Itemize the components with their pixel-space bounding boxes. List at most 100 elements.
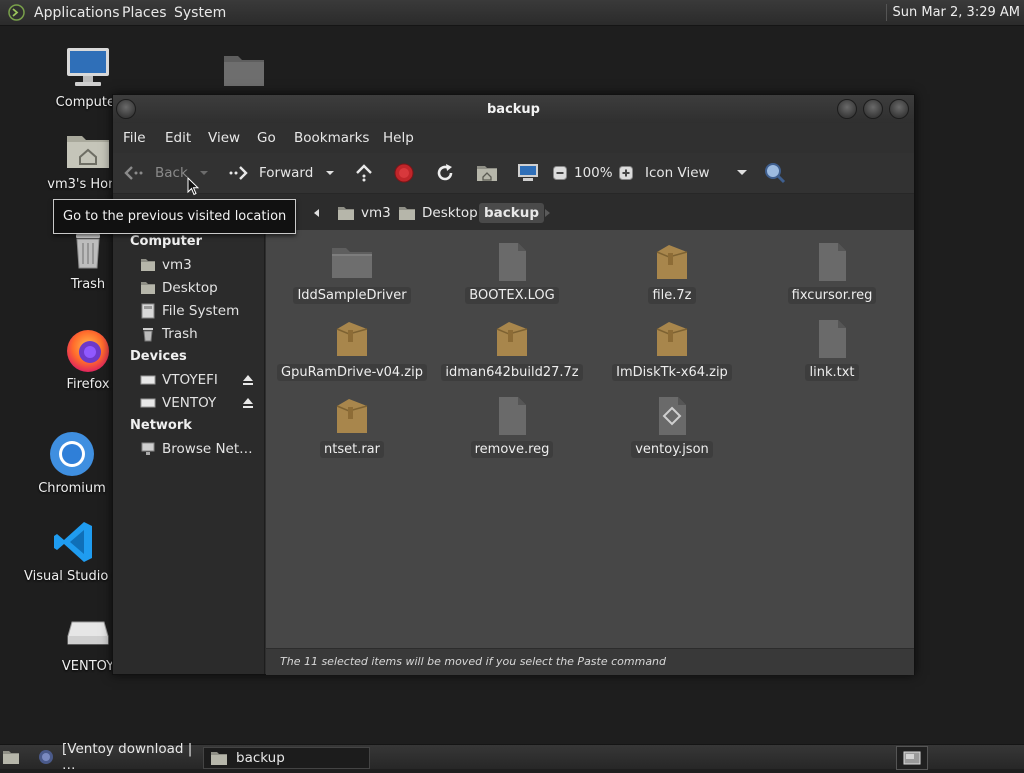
desktop-icon-chromium[interactable]: Chromium xyxy=(22,430,122,496)
path-scroll-right-button[interactable] xyxy=(539,203,557,223)
document-icon xyxy=(490,240,534,284)
file-name: ntset.rar xyxy=(320,441,384,458)
zoom-out-icon xyxy=(553,166,567,180)
mouse-pointer-icon xyxy=(187,177,199,196)
breadcrumb-backup[interactable]: backup xyxy=(479,203,545,223)
view-mode-select[interactable]: Icon View xyxy=(645,160,710,186)
taskbar-item-backup[interactable]: backup xyxy=(203,747,370,769)
places-menu[interactable]: Places xyxy=(122,5,167,21)
sidebar-heading-devices: Devices xyxy=(130,349,187,364)
breadcrumb-vm3[interactable]: vm3 xyxy=(332,203,396,223)
workspace-icon xyxy=(903,751,921,765)
zoom-in-icon xyxy=(619,166,633,180)
reload-icon xyxy=(435,163,455,183)
file-item[interactable]: link.txt xyxy=(757,317,907,381)
search-button[interactable] xyxy=(764,160,786,186)
file-name: IddSampleDriver xyxy=(293,287,411,304)
menu-view[interactable]: View xyxy=(208,130,240,146)
applications-menu[interactable]: Applications xyxy=(34,5,120,21)
close-button[interactable] xyxy=(889,99,909,119)
drive-icon xyxy=(140,395,156,411)
folder-icon xyxy=(210,750,228,766)
computer-button[interactable] xyxy=(517,160,539,186)
network-icon xyxy=(140,441,156,457)
stop-button[interactable] xyxy=(394,160,414,186)
file-name: idman642build27.7z xyxy=(441,364,583,381)
eject-icon[interactable] xyxy=(241,373,255,387)
menubar: File Edit View Go Bookmarks Help xyxy=(113,123,914,153)
view-mode-dropdown[interactable] xyxy=(736,160,748,186)
zoom-out-button[interactable] xyxy=(553,160,567,186)
mate-logo-icon[interactable] xyxy=(8,4,25,21)
sidebar-item-ventoy[interactable]: VENTOY xyxy=(140,393,255,413)
maximize-button[interactable] xyxy=(863,99,883,119)
home-folder-icon xyxy=(140,257,156,273)
sidebar-item-file-system[interactable]: File System xyxy=(140,301,255,321)
file-name: ImDiskTk-x64.zip xyxy=(612,364,732,381)
sidebar-heading-network: Network xyxy=(130,418,192,433)
sidebar-item-trash[interactable]: Trash xyxy=(140,324,255,344)
desktop-folder-icon[interactable] xyxy=(222,50,266,90)
file-item[interactable]: ImDiskTk-x64.zip xyxy=(597,317,747,381)
file-name: link.txt xyxy=(805,364,859,381)
json-file-icon xyxy=(650,394,694,438)
breadcrumb-desktop[interactable]: Desktop xyxy=(393,203,483,223)
drive-icon xyxy=(140,372,156,388)
archive-icon xyxy=(650,317,694,361)
trash-icon xyxy=(140,326,156,342)
menu-go[interactable]: Go xyxy=(257,130,276,146)
file-name: file.7z xyxy=(648,287,696,304)
zoom-level[interactable]: 100% xyxy=(574,160,613,186)
file-item[interactable]: file.7z xyxy=(597,240,747,304)
menu-edit[interactable]: Edit xyxy=(165,130,191,146)
file-item[interactable]: ventoy.json xyxy=(597,394,747,458)
path-scroll-left-button[interactable] xyxy=(307,203,325,223)
bottom-panel: [Ventoy download | … backup xyxy=(0,741,1024,773)
archive-icon xyxy=(490,317,534,361)
sidebar-item-desktop[interactable]: Desktop xyxy=(140,278,255,298)
taskbar-item-browser[interactable]: [Ventoy download | … xyxy=(32,741,204,773)
sidebar-item-browse-network[interactable]: Browse Net… xyxy=(140,439,255,459)
file-item[interactable]: ntset.rar xyxy=(277,394,427,458)
drive-icon xyxy=(140,303,156,319)
file-item[interactable]: GpuRamDrive-v04.zip xyxy=(277,317,427,381)
document-icon xyxy=(810,240,854,284)
home-button[interactable] xyxy=(476,160,498,186)
file-item[interactable]: fixcursor.reg xyxy=(757,240,907,304)
zoom-in-button[interactable] xyxy=(619,160,633,186)
forward-history-dropdown[interactable] xyxy=(325,160,335,186)
places-sidebar: Computer vm3 Desktop File System Trash D… xyxy=(113,230,265,674)
file-item[interactable]: IddSampleDriver xyxy=(277,240,427,304)
sidebar-item-vm3[interactable]: vm3 xyxy=(140,255,255,275)
menu-help[interactable]: Help xyxy=(383,130,414,146)
desktop-icon-vscode[interactable]: Visual Studio Code xyxy=(24,518,146,584)
up-button[interactable] xyxy=(354,160,374,186)
system-menu[interactable]: System xyxy=(174,5,226,21)
file-manager-window: backup File Edit View Go Bookmarks Help … xyxy=(112,94,915,675)
sidebar-item-vtoyefi[interactable]: VTOYEFI xyxy=(140,370,255,390)
back-history-dropdown[interactable] xyxy=(199,160,209,186)
file-item[interactable]: BOOTEX.LOG xyxy=(437,240,587,304)
file-icon-view[interactable]: IddSampleDriver BOOTEX.LOG file.7z fixcurso… xyxy=(266,230,914,648)
show-desktop-icon xyxy=(2,749,20,765)
computer-icon xyxy=(517,163,539,183)
reload-button[interactable] xyxy=(435,160,455,186)
home-folder-icon xyxy=(64,126,112,174)
menu-file[interactable]: File xyxy=(123,130,146,146)
back-button[interactable]: Back xyxy=(123,160,188,186)
forward-button[interactable]: Forward xyxy=(227,160,313,186)
eject-icon[interactable] xyxy=(241,396,255,410)
firefox-icon xyxy=(38,749,54,765)
file-item[interactable]: remove.reg xyxy=(437,394,587,458)
file-item[interactable]: idman642build27.7z xyxy=(437,317,587,381)
file-name: BOOTEX.LOG xyxy=(465,287,559,304)
menu-bookmarks[interactable]: Bookmarks xyxy=(294,130,369,146)
file-name: ventoy.json xyxy=(631,441,713,458)
minimize-button[interactable] xyxy=(837,99,857,119)
workspace-switcher[interactable] xyxy=(896,746,928,770)
archive-icon xyxy=(650,240,694,284)
window-titlebar[interactable]: backup xyxy=(113,95,914,123)
clock[interactable]: Sun Mar 2, 3:29 AM xyxy=(893,5,1021,20)
show-desktop-button[interactable] xyxy=(0,747,22,767)
status-bar: The 11 selected items will be moved if y… xyxy=(266,648,914,675)
